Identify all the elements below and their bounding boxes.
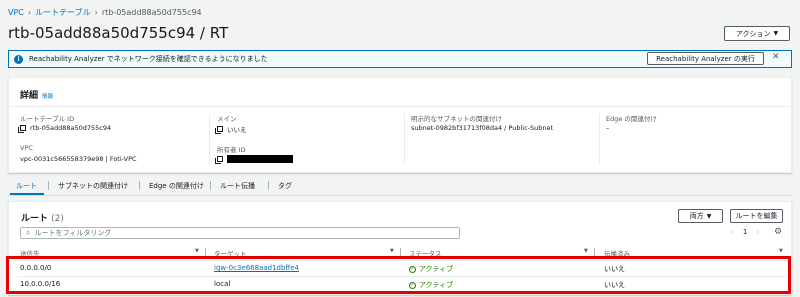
tabs-divider <box>8 195 792 196</box>
red-highlight-box <box>6 256 791 294</box>
explicit-subnet-link[interactable]: subnet-0982bf31713f08da4 / Public-Subnet <box>411 124 553 132</box>
owner-id-label: 所有者 ID <box>217 146 246 154</box>
chevron-right-icon: › <box>94 8 98 17</box>
routes-heading: ルート (2) <box>21 214 64 224</box>
page-title: rtb-05add88a50d755c94 / RT <box>8 24 229 42</box>
pagination: ‹ 1 › <box>731 228 759 236</box>
gear-icon[interactable]: ⚙ <box>774 227 782 237</box>
edge-association-label: Edge の関連付け <box>606 115 657 123</box>
tab-separator <box>210 181 211 190</box>
copy-icon[interactable] <box>215 156 223 164</box>
tab-tags[interactable]: タグ <box>278 181 292 191</box>
column-divider <box>404 114 405 164</box>
column-divider <box>209 114 210 164</box>
actions-button[interactable]: アクション ▼ <box>724 26 790 41</box>
tab-separator <box>48 181 49 190</box>
both-dropdown[interactable]: 両方 ▼ <box>678 209 723 223</box>
info-icon: i <box>14 54 23 64</box>
copy-icon[interactable] <box>215 126 223 134</box>
main-label: メイン <box>217 115 237 123</box>
breadcrumb-route-tables[interactable]: ルートテーブル <box>35 8 91 17</box>
sort-icon[interactable]: ▼ <box>779 248 783 254</box>
run-reachability-analyzer-button[interactable]: Reachability Analyzer の実行 <box>647 52 764 65</box>
chevron-right-icon: › <box>27 8 32 17</box>
caret-down-icon: ▼ <box>773 30 779 37</box>
main-value: いいえ <box>215 124 247 134</box>
copy-icon[interactable] <box>18 125 26 133</box>
prev-page-icon[interactable]: ‹ <box>731 228 734 236</box>
column-separator <box>205 248 206 256</box>
edit-routes-button[interactable]: ルートを編集 <box>730 209 783 223</box>
details-heading: 詳細 情報 <box>20 91 54 101</box>
close-icon[interactable]: ✕ <box>772 52 780 62</box>
tab-routes[interactable]: ルート <box>16 181 37 191</box>
breadcrumb: VPC › ルートテーブル › rtb-05add88a50d755c94 <box>8 7 202 18</box>
tab-subnet-associations[interactable]: サブネットの関連付け <box>58 181 128 191</box>
route-table-id-label: ルートテーブル ID <box>20 115 75 123</box>
route-filter-input[interactable]: ⌕ ルートをフィルタリング <box>20 227 460 239</box>
edge-association-value: – <box>606 124 610 132</box>
route-table-id-value: rtb-05add88a50d755c94 <box>18 124 111 133</box>
actions-button-label: アクション <box>735 29 771 38</box>
tab-route-propagation[interactable]: ルート伝播 <box>220 181 255 191</box>
explicit-subnet-label: 明示的なサブネットの関連付け <box>411 115 502 123</box>
breadcrumb-vpc[interactable]: VPC <box>8 8 24 17</box>
routes-count: (2) <box>51 214 64 224</box>
redacted-owner-id <box>227 155 293 163</box>
tab-separator <box>268 181 269 190</box>
banner-message: Reachability Analyzer でネットワーク接続を確認できるように… <box>29 55 268 63</box>
sort-icon[interactable]: ▼ <box>195 248 199 254</box>
tab-bar: ルート サブネットの関連付け Edge の関連付け ルート伝播 タグ <box>8 178 792 196</box>
next-page-icon[interactable]: › <box>756 228 759 236</box>
sort-icon[interactable]: ▼ <box>584 248 588 254</box>
page-number[interactable]: 1 <box>743 228 747 236</box>
tab-separator <box>139 181 140 190</box>
vpc-link[interactable]: vpc-0031c566558379e98 | Foti-VPC <box>20 155 137 163</box>
vpc-label: VPC <box>20 144 33 152</box>
details-panel: 詳細 情報 ルートテーブル ID rtb-05add88a50d755c94 VP… <box>8 77 792 173</box>
caret-down-icon: ▼ <box>706 212 712 220</box>
search-icon: ⌕ <box>26 228 31 237</box>
tab-edge-associations[interactable]: Edge の関連付け <box>149 181 204 191</box>
breadcrumb-current: rtb-05add88a50d755c94 <box>101 8 202 17</box>
filter-placeholder: ルートをフィルタリング <box>34 229 112 237</box>
sort-icon[interactable]: ▼ <box>390 248 394 254</box>
owner-id-value <box>215 155 293 164</box>
column-separator <box>594 248 595 256</box>
info-link[interactable]: 情報 <box>42 94 53 100</box>
column-divider <box>599 114 600 164</box>
divider <box>9 106 791 107</box>
column-separator <box>400 248 401 256</box>
